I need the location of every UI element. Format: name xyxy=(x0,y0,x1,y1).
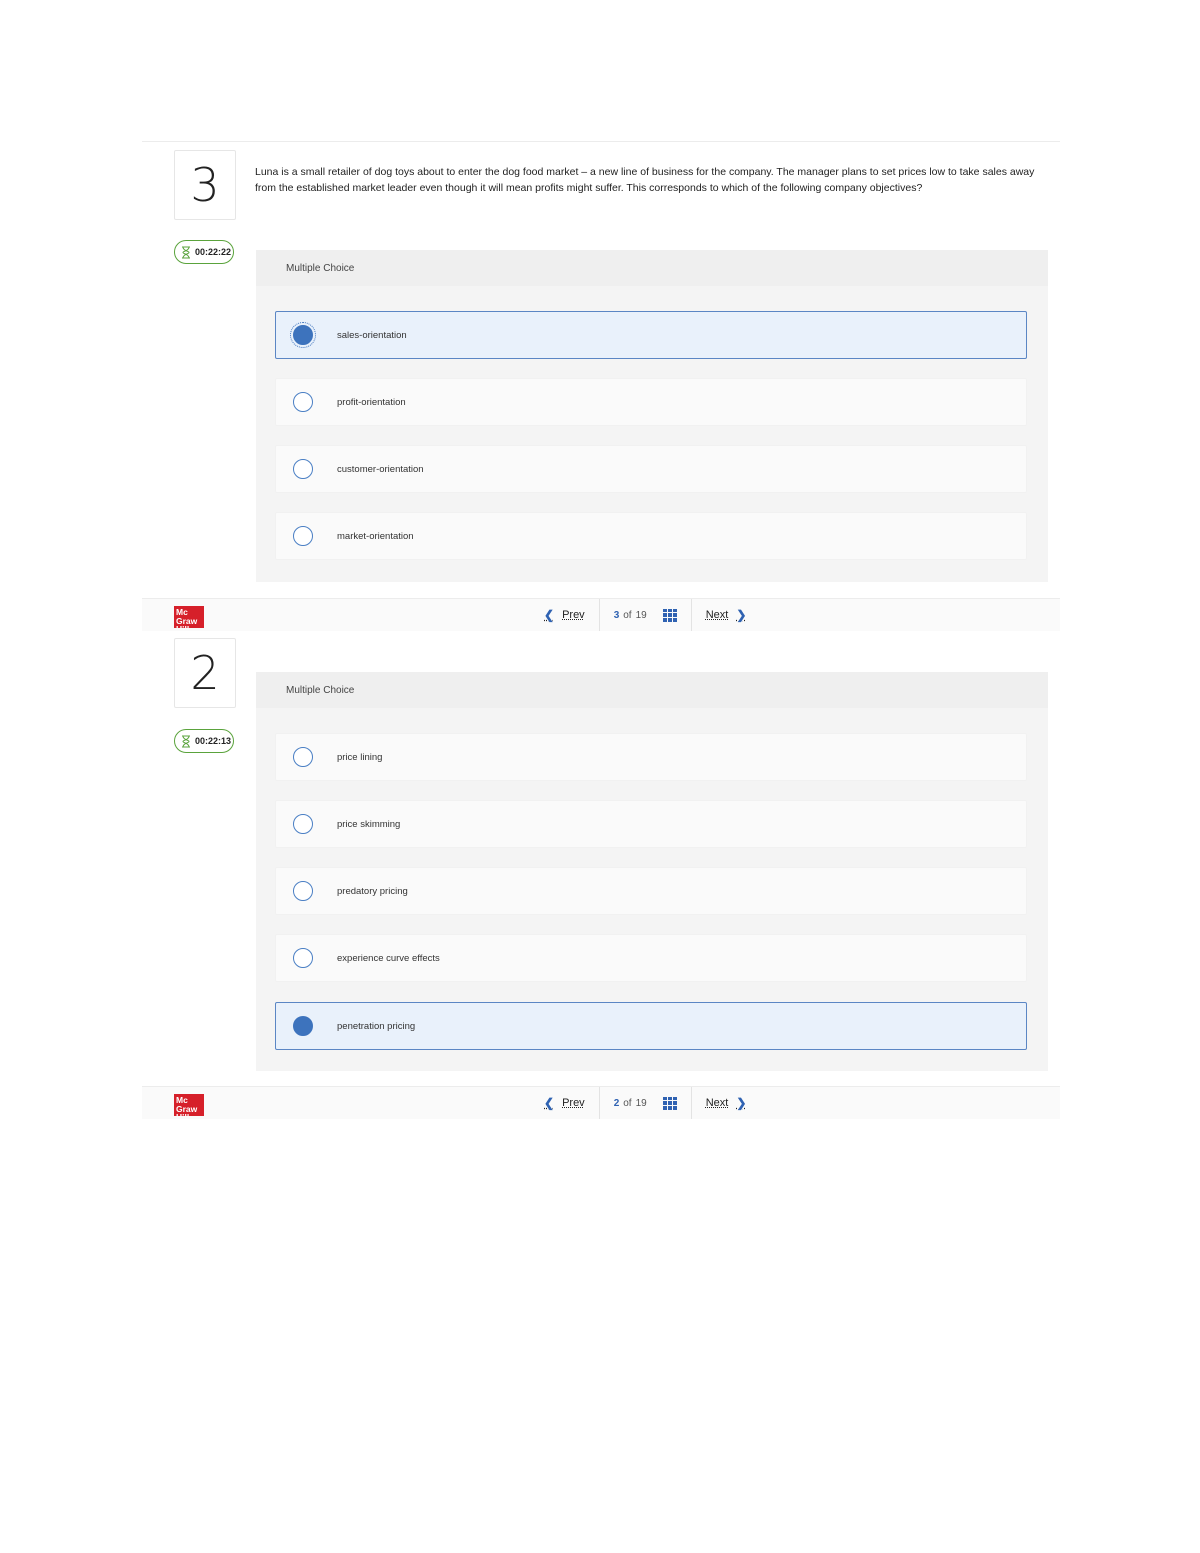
radio-button[interactable] xyxy=(293,881,313,901)
chevron-right-icon: ❯ xyxy=(736,608,747,622)
next-label: Next xyxy=(705,1097,729,1109)
footer-bar: Mc Graw Hill ❮ Prev 3 of 19 Next ❯ xyxy=(142,598,1060,631)
answer-option[interactable]: market-orientation xyxy=(275,512,1027,560)
prev-label: Prev xyxy=(562,609,585,621)
hourglass-icon xyxy=(182,735,190,747)
top-divider xyxy=(142,141,1060,142)
answer-option[interactable]: price lining xyxy=(275,733,1027,781)
question-navigation: ❮ Prev 2 of 19 Next ❯ xyxy=(530,1087,760,1119)
timer-value: 00:22:13 xyxy=(195,736,232,746)
answer-label: price lining xyxy=(337,751,383,763)
grid-icon[interactable] xyxy=(662,608,677,622)
page-indicator[interactable]: 2 of 19 xyxy=(600,1096,691,1110)
question-timer: 00:22:22 xyxy=(174,240,234,264)
next-button[interactable]: Next ❯ xyxy=(692,1087,761,1119)
question-timer: 00:22:13 xyxy=(174,729,234,753)
mcgraw-hill-logo: Mc Graw Hill xyxy=(174,606,204,628)
prev-button[interactable]: ❮ Prev xyxy=(530,1087,599,1119)
chevron-left-icon: ❮ xyxy=(544,608,555,622)
answer-option[interactable]: sales-orientation xyxy=(275,311,1027,359)
current-page: 3 xyxy=(613,609,620,621)
question-number: 2 xyxy=(174,638,236,708)
chevron-right-icon: ❯ xyxy=(736,1096,747,1110)
radio-button-selected[interactable] xyxy=(290,322,316,348)
answer-label: price skimming xyxy=(337,818,401,830)
footer-bar: Mc Graw Hill ❮ Prev 2 of 19 Next ❯ xyxy=(142,1086,1060,1119)
answer-option[interactable]: profit-orientation xyxy=(275,378,1027,426)
radio-button-selected[interactable] xyxy=(293,1016,313,1036)
answer-label: profit-orientation xyxy=(337,396,406,408)
radio-button[interactable] xyxy=(293,747,313,767)
answer-label: penetration pricing xyxy=(337,1020,416,1032)
radio-button[interactable] xyxy=(293,392,313,412)
answer-label: predatory pricing xyxy=(337,885,408,897)
question-type-label: Multiple Choice xyxy=(256,250,1048,286)
grid-icon[interactable] xyxy=(662,1096,677,1110)
chevron-left-icon: ❮ xyxy=(544,1096,555,1110)
question-navigation: ❮ Prev 3 of 19 Next ❯ xyxy=(530,599,760,631)
radio-button[interactable] xyxy=(293,459,313,479)
question-text: Luna is a small retailer of dog toys abo… xyxy=(255,166,1035,194)
answer-option[interactable]: customer-orientation xyxy=(275,445,1027,493)
answer-option[interactable]: predatory pricing xyxy=(275,867,1027,915)
total-pages: 19 xyxy=(635,1097,647,1109)
prev-button[interactable]: ❮ Prev xyxy=(530,599,599,631)
answer-option[interactable]: penetration pricing xyxy=(275,1002,1027,1050)
timer-value: 00:22:22 xyxy=(195,247,232,257)
answer-label: experience curve effects xyxy=(337,952,440,964)
page-of: of xyxy=(623,1097,632,1109)
page-of: of xyxy=(623,609,632,621)
radio-button[interactable] xyxy=(293,814,313,834)
mcgraw-hill-logo: Mc Graw Hill xyxy=(174,1094,204,1116)
radio-button[interactable] xyxy=(293,948,313,968)
radio-button[interactable] xyxy=(293,526,313,546)
answer-panel: Multiple Choice price lining price skimm… xyxy=(256,672,1048,1071)
answer-label: sales-orientation xyxy=(337,329,407,341)
answer-label: customer-orientation xyxy=(337,463,424,475)
prev-label: Prev xyxy=(562,1097,585,1109)
next-button[interactable]: Next ❯ xyxy=(692,599,761,631)
page-indicator[interactable]: 3 of 19 xyxy=(600,608,691,622)
answer-option[interactable]: price skimming xyxy=(275,800,1027,848)
hourglass-icon xyxy=(182,246,190,258)
answer-label: market-orientation xyxy=(337,530,414,542)
total-pages: 19 xyxy=(635,609,647,621)
answer-panel: Multiple Choice sales-orientation profit… xyxy=(256,250,1048,582)
question-number: 3 xyxy=(174,150,236,220)
question-type-label: Multiple Choice xyxy=(256,672,1048,708)
next-label: Next xyxy=(705,609,729,621)
current-page: 2 xyxy=(613,1097,620,1109)
answer-option[interactable]: experience curve effects xyxy=(275,934,1027,982)
